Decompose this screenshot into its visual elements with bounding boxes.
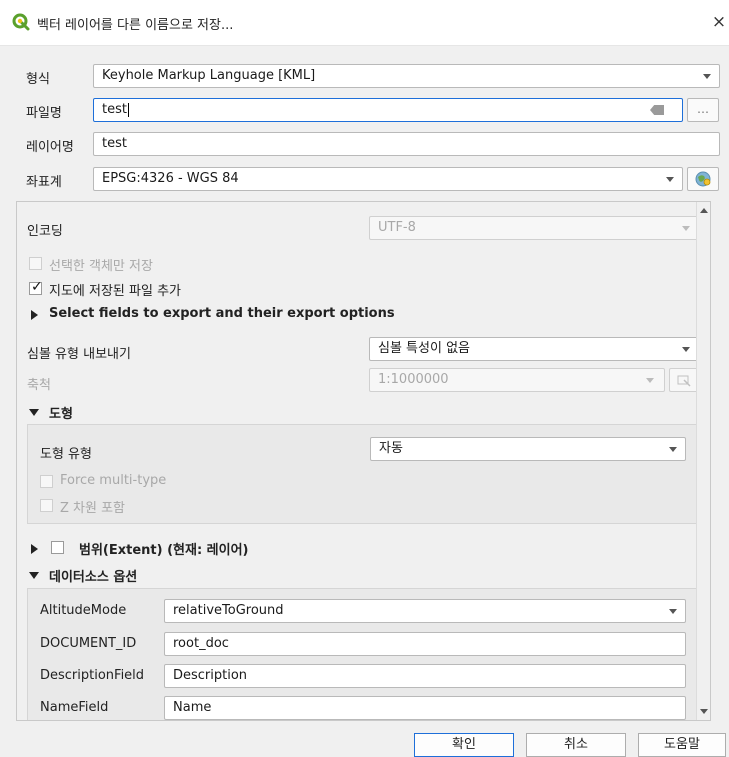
scale-label: 축척: [27, 378, 51, 393]
extent-checkbox[interactable]: [51, 541, 64, 554]
add-to-map-label[interactable]: 지도에 저장된 파일 추가: [49, 280, 181, 299]
filename-value: test: [102, 102, 127, 117]
chevron-down-icon: [646, 378, 654, 383]
datasource-group: AltitudeMode relativeToGround DOCUMENT_I…: [27, 588, 699, 720]
add-to-map-checkbox[interactable]: ✓: [29, 279, 43, 295]
altitude-mode-value: relativeToGround: [173, 603, 284, 618]
title-bar: 벡터 레이어를 다른 이름으로 저장... ×: [0, 0, 729, 46]
symbology-label: 심볼 유형 내보내기: [27, 347, 131, 362]
text-caret: [127, 102, 129, 117]
force-multi-label: Force multi-type: [60, 473, 167, 488]
geometry-header[interactable]: 도형: [49, 403, 73, 422]
name-field-input[interactable]: Name: [164, 696, 686, 720]
layername-input[interactable]: test: [93, 132, 720, 156]
encoding-label: 인코딩: [27, 224, 63, 239]
selected-only-checkbox: [29, 257, 42, 270]
datasource-header[interactable]: 데이터소스 옵션: [49, 566, 137, 585]
force-multi-checkbox: [40, 475, 53, 488]
filename-label: 파일명: [26, 106, 62, 121]
expand-arrow-icon[interactable]: [31, 310, 38, 320]
geometry-type-combo[interactable]: 자동: [370, 437, 686, 461]
geometry-type-label: 도형 유형: [40, 447, 92, 462]
format-combo[interactable]: Keyhole Markup Language [KML]: [93, 64, 720, 88]
filename-input[interactable]: test: [93, 98, 683, 122]
crs-combo[interactable]: EPSG:4326 - WGS 84: [93, 167, 683, 191]
select-fields-header[interactable]: Select fields to export and their export…: [49, 306, 395, 321]
layername-label: 레이어명: [26, 140, 74, 155]
description-field-input[interactable]: Description: [164, 664, 686, 688]
cancel-button[interactable]: 취소: [526, 733, 626, 757]
datasource-row-label: DescriptionField: [40, 668, 145, 683]
chevron-down-icon: [682, 226, 690, 231]
chevron-down-icon: [669, 447, 677, 452]
chevron-down-icon: [666, 177, 674, 182]
expand-arrow-icon[interactable]: [31, 544, 38, 554]
chevron-down-icon: [669, 609, 677, 614]
scale-picker-button: [669, 368, 699, 392]
options-scroll-area: 인코딩 UTF-8 선택한 객체만 저장 ✓ 지도에 저장된 파일 추가 Sel…: [16, 201, 711, 721]
selected-only-label: 선택한 객체만 저장: [49, 259, 153, 274]
scale-value: 1:1000000: [378, 372, 449, 387]
encoding-combo: UTF-8: [369, 216, 699, 240]
help-button[interactable]: 도움말: [638, 733, 726, 757]
scroll-up-icon[interactable]: [700, 208, 708, 213]
close-icon[interactable]: ×: [709, 8, 729, 36]
vertical-scrollbar[interactable]: [696, 202, 710, 720]
encoding-value: UTF-8: [378, 220, 416, 235]
ok-button[interactable]: 확인: [414, 733, 514, 757]
chevron-down-icon: [682, 347, 690, 352]
document-id-input[interactable]: root_doc: [164, 632, 686, 656]
format-label: 형식: [26, 72, 50, 87]
format-value: Keyhole Markup Language [KML]: [102, 68, 316, 83]
crs-label: 좌표계: [26, 175, 62, 190]
description-field-value: Description: [173, 668, 248, 683]
scale-combo: 1:1000000: [369, 368, 665, 392]
clear-icon[interactable]: [650, 105, 664, 115]
chevron-down-icon: [703, 74, 711, 79]
crs-selector-button[interactable]: [687, 167, 719, 191]
globe-icon: [695, 171, 711, 187]
datasource-row-label: NameField: [40, 700, 109, 715]
crs-value: EPSG:4326 - WGS 84: [102, 171, 239, 186]
map-scale-icon: [677, 375, 691, 387]
geometry-type-value: 자동: [379, 441, 403, 456]
scroll-down-icon[interactable]: [700, 709, 708, 714]
document-id-value: root_doc: [173, 636, 229, 651]
z-dimension-label: Z 차원 포함: [60, 501, 126, 516]
layername-value: test: [102, 136, 127, 151]
z-dimension-checkbox: [40, 499, 53, 512]
collapse-arrow-icon[interactable]: [29, 572, 39, 579]
window-title: 벡터 레이어를 다른 이름으로 저장...: [37, 18, 234, 33]
qgis-logo-icon: [12, 13, 30, 31]
checkmark-icon: ✓: [31, 279, 43, 295]
extent-header[interactable]: 범위(Extent) (현재: 레이어): [79, 539, 249, 558]
symbology-value: 심볼 특성이 없음: [378, 341, 470, 356]
datasource-row-label: AltitudeMode: [40, 603, 127, 618]
geometry-group: 도형 유형 자동 Force multi-type Z 차원 포함: [27, 424, 699, 524]
altitude-mode-combo[interactable]: relativeToGround: [164, 599, 686, 623]
name-field-value: Name: [173, 700, 212, 715]
browse-button[interactable]: …: [687, 98, 719, 122]
collapse-arrow-icon[interactable]: [29, 409, 39, 416]
symbology-combo[interactable]: 심볼 특성이 없음: [369, 337, 699, 361]
datasource-row-label: DOCUMENT_ID: [40, 636, 137, 651]
